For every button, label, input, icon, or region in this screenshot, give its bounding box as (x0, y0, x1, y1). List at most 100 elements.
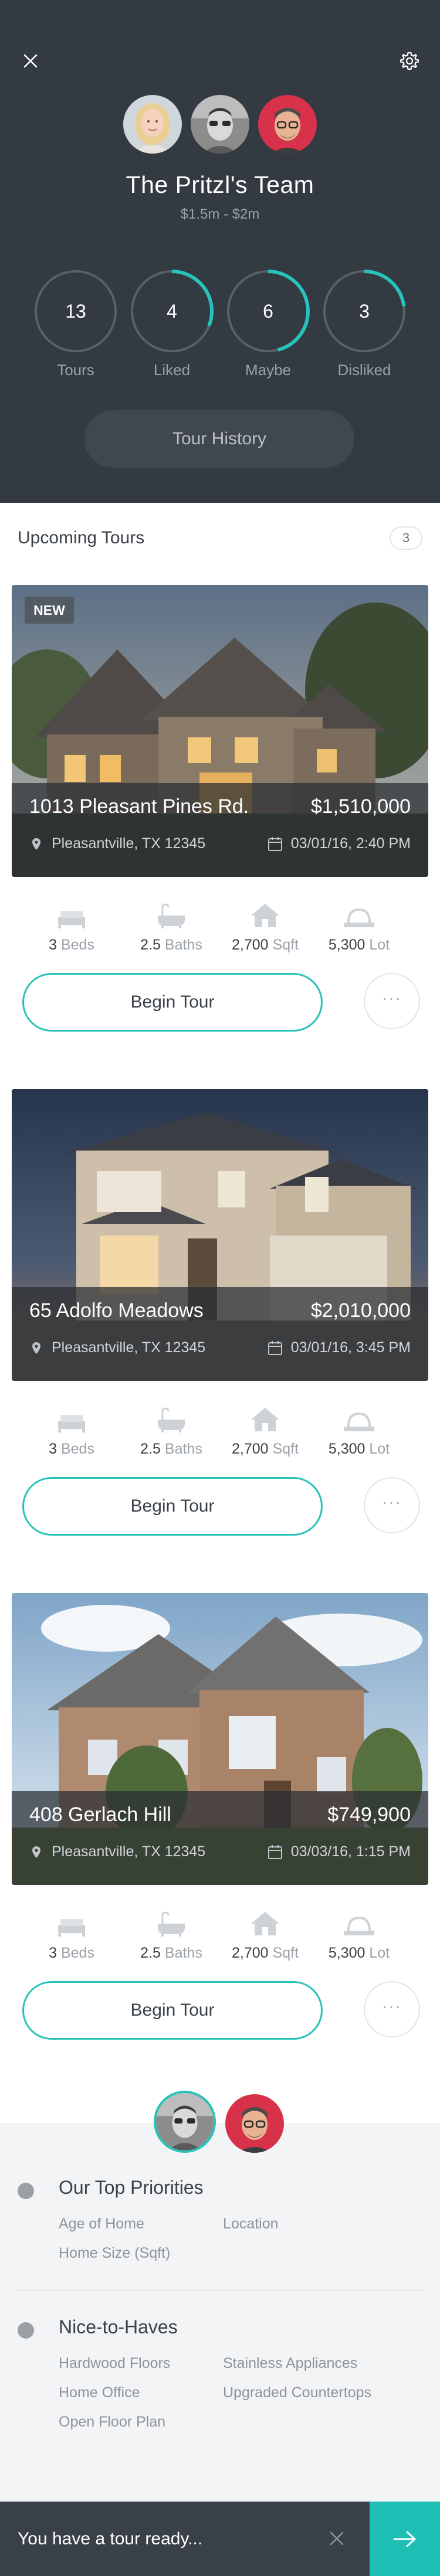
priority-avatars (0, 2091, 440, 2155)
stat-liked[interactable]: 4 Liked (130, 270, 214, 379)
start-tour-arrow-button[interactable] (370, 2502, 440, 2576)
tour-datetime: 03/01/16, 2:40 PM (268, 835, 411, 852)
section-title: Nice-to-Haves (59, 2316, 178, 2337)
settings-button[interactable] (393, 45, 426, 77)
feature-beds: 3 Beds (25, 900, 119, 954)
lot-value: 5,300 (328, 937, 365, 953)
avatar[interactable] (191, 95, 249, 154)
priority-item: Open Floor Plan (59, 2414, 166, 2430)
stat-tours[interactable]: 13 Tours (34, 270, 117, 379)
bathtub-icon (158, 903, 185, 928)
feature-lot: 5,300 Lot (312, 1908, 406, 1962)
feature-lot: 5,300 Lot (312, 900, 406, 954)
tour-ready-bar: You have a tour ready... (0, 2502, 440, 2576)
avatar[interactable] (123, 95, 182, 154)
tour-datetime: 03/03/16, 1:15 PM (268, 1843, 411, 1860)
stat-value: 4 (167, 300, 177, 322)
property-address: 1013 Pleasant Pines Rd. (29, 795, 249, 818)
tour-count-badge: 3 (390, 526, 422, 550)
priority-item: Stainless Appliances (223, 2355, 358, 2371)
sqft-unit: Sqft (272, 1945, 299, 1961)
beds-unit: Beds (60, 1945, 94, 1961)
team-avatars (0, 95, 440, 154)
bullet-dot (18, 2183, 34, 2199)
tour-actions: Begin Tour ··· (12, 965, 428, 1053)
feature-baths: 2.5 Baths (124, 1404, 218, 1458)
lot-value: 5,300 (328, 1441, 365, 1457)
baths-value: 2.5 (140, 1945, 161, 1961)
gear-icon (400, 52, 419, 70)
begin-tour-button[interactable]: Begin Tour (22, 1477, 323, 1536)
house-icon (251, 1408, 279, 1431)
more-options-button[interactable]: ··· (364, 1981, 420, 2037)
sqft-value: 2,700 (232, 937, 269, 953)
arrow-right-icon (393, 2531, 416, 2547)
stat-label: Tours (57, 361, 94, 379)
price-range: $1.5m - $2m (180, 206, 260, 222)
close-button[interactable] (14, 45, 47, 77)
sqft-unit: Sqft (272, 937, 299, 953)
section-title: Our Top Priorities (59, 2177, 204, 2198)
lot-unit: Lot (369, 1441, 390, 1457)
priority-item: Home Office (59, 2384, 140, 2401)
beds-unit: Beds (60, 937, 94, 953)
avatar[interactable] (258, 95, 317, 154)
city-text: Pleasantville, TX 12345 (52, 835, 206, 852)
begin-tour-button[interactable]: Begin Tour (22, 973, 323, 1032)
sqft-value: 2,700 (232, 1945, 269, 1961)
lot-value: 5,300 (328, 1945, 365, 1961)
property-photo[interactable]: 65 Adolfo Meadows $2,010,000 Pleasantvil… (12, 1089, 428, 1381)
more-options-button[interactable]: ··· (364, 973, 420, 1029)
tour-stats: 13 Tours 4 Liked 6 Maybe 3 Disliked (0, 270, 440, 387)
feature-baths: 2.5 Baths (124, 1908, 218, 1962)
beds-value: 3 (49, 1945, 57, 1961)
priority-item: Upgraded Countertops (223, 2384, 371, 2401)
bathtub-icon (158, 1911, 185, 1937)
section-divider (18, 2289, 422, 2291)
stat-value: 13 (65, 300, 86, 322)
avatar-selected[interactable] (154, 2091, 216, 2153)
tour-card: 65 Adolfo Meadows $2,010,000 Pleasantvil… (12, 1089, 428, 1557)
feature-beds: 3 Beds (25, 1908, 119, 1962)
beds-value: 3 (49, 937, 57, 953)
stat-label: Maybe (245, 361, 292, 379)
avatar[interactable] (225, 2094, 284, 2153)
begin-tour-button[interactable]: Begin Tour (22, 1981, 323, 2040)
more-icon: ··· (382, 1493, 402, 1511)
tour-actions: Begin Tour ··· (12, 1973, 428, 2061)
stat-value: 3 (359, 300, 370, 322)
baths-unit: Baths (164, 1945, 202, 1961)
bed-icon (58, 1415, 85, 1432)
close-icon (23, 54, 38, 68)
datetime-text: 03/01/16, 3:45 PM (290, 1339, 411, 1356)
close-icon (330, 2531, 344, 2546)
feature-sqft: 2,700 Sqft (218, 1404, 312, 1458)
more-options-button[interactable]: ··· (364, 1477, 420, 1533)
tour-history-button[interactable]: Tour History (84, 410, 354, 468)
stat-disliked[interactable]: 3 Disliked (323, 270, 406, 379)
property-city: Pleasantville, TX 12345 (32, 835, 205, 852)
priority-item: Age of Home (59, 2216, 144, 2232)
dismiss-button[interactable] (320, 2522, 353, 2555)
section-title: Upcoming Tours (18, 528, 145, 547)
property-address: 408 Gerlach Hill (29, 1803, 171, 1826)
tour-card: NEW 1013 Pleasant Pines Rd. $1,510,000 P… (12, 585, 428, 1053)
stat-maybe[interactable]: 6 Maybe (226, 270, 310, 379)
calendar-icon (268, 1340, 283, 1356)
feature-beds: 3 Beds (25, 1404, 119, 1458)
bullet-dot (18, 2322, 34, 2339)
location-pin-icon (32, 1342, 41, 1355)
tour-ready-message[interactable]: You have a tour ready... (18, 2502, 202, 2576)
property-features: 3 Beds 2.5 Baths 2,700 Sqft 5,300 Lot (12, 877, 428, 965)
tour-datetime: 03/01/16, 3:45 PM (268, 1339, 411, 1356)
city-text: Pleasantville, TX 12345 (52, 1843, 206, 1860)
property-photo[interactable]: 408 Gerlach Hill $749,900 Pleasantville,… (12, 1593, 428, 1885)
property-photo[interactable]: NEW 1013 Pleasant Pines Rd. $1,510,000 P… (12, 585, 428, 877)
stat-label: Liked (153, 361, 191, 379)
location-pin-icon (32, 838, 41, 850)
baths-value: 2.5 (140, 1441, 161, 1457)
bathtub-icon (158, 1407, 185, 1432)
datetime-text: 03/03/16, 1:15 PM (290, 1843, 411, 1860)
new-badge: NEW (25, 597, 74, 624)
location-pin-icon (32, 1846, 41, 1859)
